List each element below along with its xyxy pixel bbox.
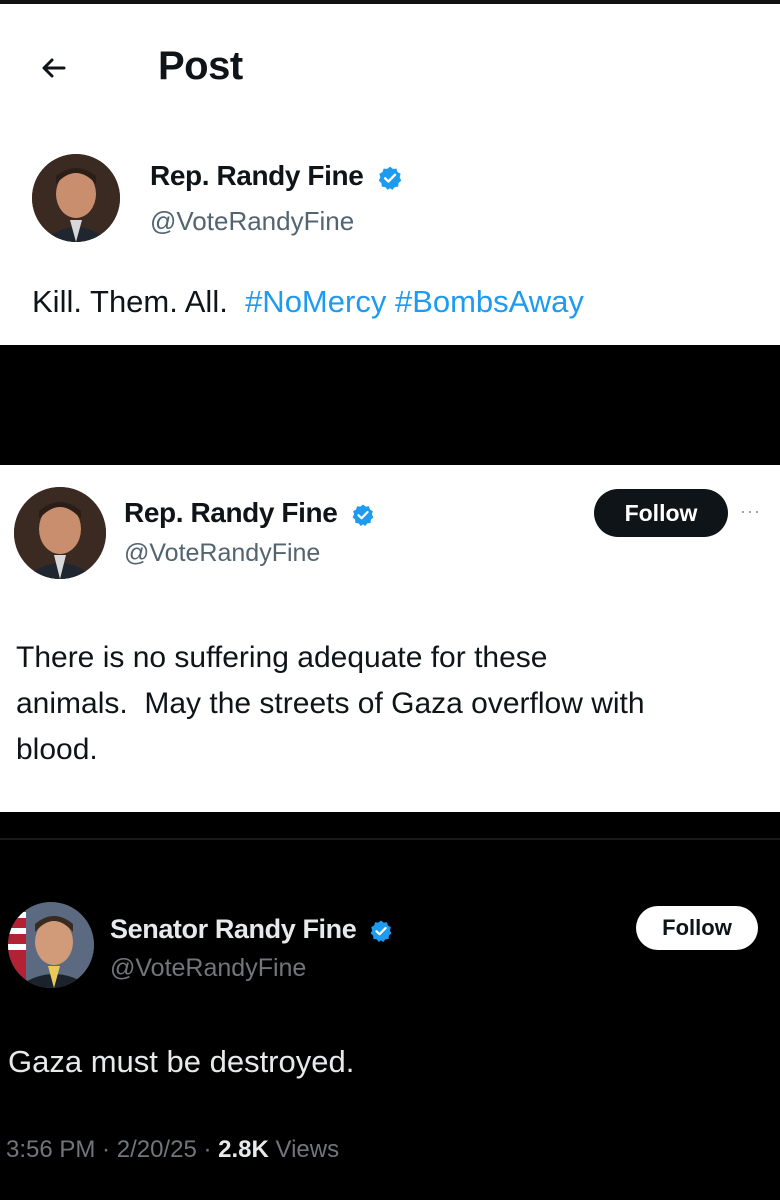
author-handle[interactable]: @VoteRandyFine	[124, 539, 320, 568]
hashtag-link[interactable]: #BombsAway	[395, 284, 584, 319]
tweet-date[interactable]: 2/20/25	[117, 1136, 197, 1163]
tweet-time[interactable]: 3:56 PM	[6, 1136, 95, 1163]
verified-badge-icon	[371, 920, 392, 942]
verified-badge-icon	[378, 166, 402, 190]
post-panel-3: Senator Randy Fine @VoteRandyFine Follow…	[0, 838, 780, 1200]
follow-button[interactable]: Follow	[594, 489, 728, 537]
back-arrow-icon[interactable]	[34, 48, 74, 88]
post-panel-1: Post Rep. Randy Fine @VoteRandyFine Kill…	[0, 0, 780, 345]
tweet-metadata: 3:56 PM · 2/20/25 · 2.8K Views	[6, 1136, 340, 1163]
tweet-text: Gaza must be destroyed.	[8, 1044, 355, 1079]
tweet-text: There is no suffering adequate for these…	[16, 641, 645, 766]
views-label: Views	[275, 1136, 340, 1163]
tweet-text: Kill. Them. All. #NoMercy #BombsAway	[32, 284, 584, 319]
follow-button[interactable]: Follow	[636, 906, 758, 950]
author-name[interactable]: Rep. Randy Fine	[150, 160, 403, 192]
author-name[interactable]: Rep. Randy Fine	[124, 497, 375, 529]
more-options-icon[interactable]: ···	[740, 501, 761, 522]
author-name[interactable]: Senator Randy Fine	[110, 914, 393, 945]
avatar[interactable]	[8, 902, 94, 988]
post-panel-2: Rep. Randy Fine @VoteRandyFine Follow ··…	[0, 465, 780, 812]
hashtag-link[interactable]: #NoMercy	[245, 284, 386, 319]
avatar[interactable]	[14, 487, 106, 579]
avatar[interactable]	[32, 154, 120, 242]
page-title: Post	[158, 44, 243, 88]
author-handle[interactable]: @VoteRandyFine	[150, 206, 354, 237]
views-count: 2.8K	[218, 1136, 269, 1163]
verified-badge-icon	[352, 504, 374, 526]
author-handle[interactable]: @VoteRandyFine	[110, 954, 306, 983]
